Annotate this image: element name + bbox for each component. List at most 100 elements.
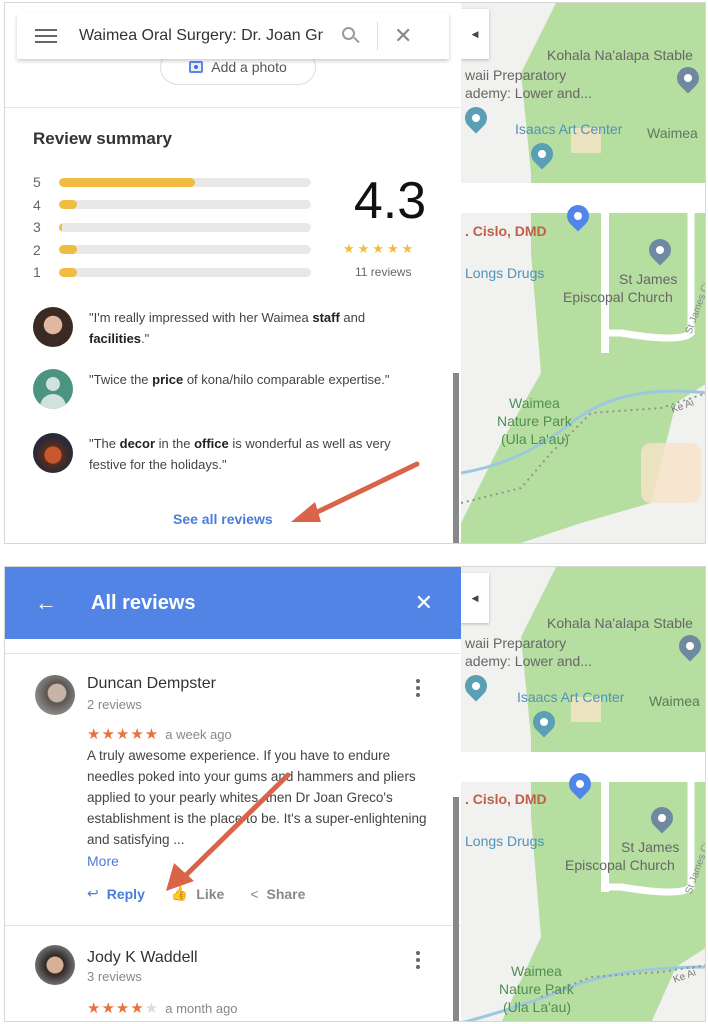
map-label[interactable]: Kohala Na'alapa Stable <box>547 615 693 631</box>
search-bar[interactable]: Waimea Oral Surgery: Dr. Joan Gr ✕ <box>17 13 449 59</box>
snippet-keyword: office <box>194 436 229 451</box>
default-avatar-icon <box>33 369 73 409</box>
star-icon: ★★★★ <box>87 1000 145 1017</box>
map-label[interactable]: Waimea <box>647 125 698 141</box>
more-options-icon[interactable] <box>415 951 421 969</box>
average-rating: 4.3 <box>353 172 427 230</box>
close-icon[interactable]: ✕ <box>394 23 412 49</box>
thumbs-up-icon: 👍 <box>170 885 189 901</box>
map-label[interactable]: waii Preparatory <box>465 67 566 83</box>
avatar[interactable] <box>35 675 75 715</box>
back-arrow-icon[interactable]: ← <box>35 590 57 616</box>
like-button[interactable]: 👍 Like <box>171 885 224 902</box>
divider <box>5 107 461 108</box>
map-label[interactable]: Nature Park <box>497 413 572 429</box>
add-photo-label: Add a photo <box>211 59 287 75</box>
snippet-text: and <box>339 310 366 325</box>
building <box>641 443 701 503</box>
map-label[interactable]: Isaacs Art Center <box>515 121 622 137</box>
divider <box>5 653 461 654</box>
scrollbar[interactable] <box>453 797 459 1021</box>
map-label[interactable]: Nature Park <box>499 981 574 997</box>
divider <box>5 925 461 926</box>
more-link[interactable]: More <box>87 853 119 869</box>
review-rating: ★★★★★ a week ago <box>87 725 232 743</box>
map-label[interactable]: Episcopal Church <box>563 289 673 305</box>
hamburger-icon[interactable] <box>35 29 57 43</box>
place-side-panel: Waimea Oral Surgery: Dr. Joan Gr ✕ Add a… <box>5 3 461 543</box>
map-label[interactable]: ademy: Lower and... <box>465 653 592 669</box>
avatar[interactable] <box>35 945 75 985</box>
map-view[interactable]: ◀ Kohala Na'alapa Stable waii Preparator… <box>461 3 705 543</box>
histogram-bar-fill <box>59 200 77 210</box>
histogram-bar-track <box>59 222 311 232</box>
histogram-star-label: 5 <box>33 174 41 191</box>
histogram-star-label: 2 <box>33 241 41 258</box>
map-label[interactable]: Waimea <box>649 693 700 709</box>
map-label[interactable]: Kohala Na'alapa Stable <box>547 47 693 63</box>
histogram-bar-track <box>59 245 311 255</box>
road <box>601 183 609 353</box>
rating-histogram: 5 4 3 2 1 <box>33 171 323 284</box>
map-label[interactable]: Waimea <box>511 963 562 979</box>
histogram-bar-track <box>59 200 311 210</box>
star-icon: ★★★★★ <box>87 726 160 743</box>
histogram-row: 5 <box>33 171 323 194</box>
map-label[interactable]: Episcopal Church <box>565 857 675 873</box>
snippet-keyword: price <box>152 372 184 387</box>
map-label[interactable]: Isaacs Art Center <box>517 689 624 705</box>
review-snippet[interactable]: "I'm really impressed with her Waimea st… <box>33 307 433 349</box>
all-reviews-panel: ← All reviews ✕ Duncan Dempster 2 review… <box>5 567 461 1021</box>
map-label[interactable]: St James <box>621 839 679 855</box>
review-count-link[interactable]: 11 reviews <box>355 265 411 279</box>
histogram-star-label: 4 <box>33 196 41 213</box>
map-view[interactable]: ◀ Kohala Na'alapa Stable waii Preparator… <box>461 567 705 1021</box>
map-label[interactable]: . Cislo, DMD <box>465 223 547 239</box>
reviewer-name[interactable]: Duncan Dempster <box>87 675 216 693</box>
snippet-text: in the <box>155 436 195 451</box>
page-title: All reviews <box>91 591 196 614</box>
share-icon: < <box>250 885 259 902</box>
share-button[interactable]: < Share <box>250 886 305 902</box>
search-input[interactable]: Waimea Oral Surgery: Dr. Joan Gr <box>79 27 329 45</box>
scrollbar[interactable] <box>453 373 459 543</box>
avatar <box>33 433 73 473</box>
map-label[interactable]: Waimea <box>509 395 560 411</box>
map-label[interactable]: (Ula La'au) <box>503 999 571 1015</box>
review-snippet[interactable]: "The decor in the office is wonderful as… <box>33 433 433 475</box>
histogram-row: 1 <box>33 261 323 284</box>
close-icon[interactable]: ✕ <box>415 590 433 616</box>
collapse-icon: ◀ <box>471 592 479 603</box>
reply-label: Reply <box>106 885 145 902</box>
collapse-panel-button[interactable]: ◀ <box>461 9 489 59</box>
snippet-text: "I'm really impressed with her Waimea <box>89 310 313 325</box>
map-label[interactable]: waii Preparatory <box>465 635 566 651</box>
review-rating: ★★★★★ a month ago <box>87 999 238 1017</box>
snippet-keyword: decor <box>119 436 156 451</box>
histogram-row: 3 <box>33 216 323 239</box>
avatar <box>33 307 73 347</box>
map-label[interactable]: Longs Drugs <box>465 833 544 849</box>
map-label[interactable]: Longs Drugs <box>465 265 544 281</box>
snippet-text: ." <box>141 331 150 346</box>
histogram-bar-fill <box>59 222 62 232</box>
collapse-panel-button[interactable]: ◀ <box>461 573 489 623</box>
search-icon[interactable] <box>341 26 361 46</box>
reviewer-name[interactable]: Jody K Waddell <box>87 949 198 967</box>
more-options-icon[interactable] <box>415 679 421 697</box>
review-snippet[interactable]: "Twice the price of kona/hilo comparable… <box>33 369 433 409</box>
map-label[interactable]: St James <box>619 271 677 287</box>
map-label[interactable]: ademy: Lower and... <box>465 85 592 101</box>
map-label[interactable]: (Ula La'au) <box>501 431 569 447</box>
histogram-star-label: 1 <box>33 264 41 281</box>
map-label[interactable]: . Cislo, DMD <box>465 791 547 807</box>
histogram-bar-fill <box>59 267 77 277</box>
reply-button[interactable]: ↩ Reply <box>87 885 145 902</box>
see-all-reviews-link[interactable]: See all reviews <box>173 511 273 527</box>
rating-stars: ★★★★★ <box>343 241 417 256</box>
camera-icon <box>189 61 204 73</box>
histogram-bar-track <box>59 177 311 187</box>
histogram-bar-fill <box>59 245 77 255</box>
reply-icon: ↩ <box>87 885 99 901</box>
histogram-star-label: 3 <box>33 219 41 236</box>
